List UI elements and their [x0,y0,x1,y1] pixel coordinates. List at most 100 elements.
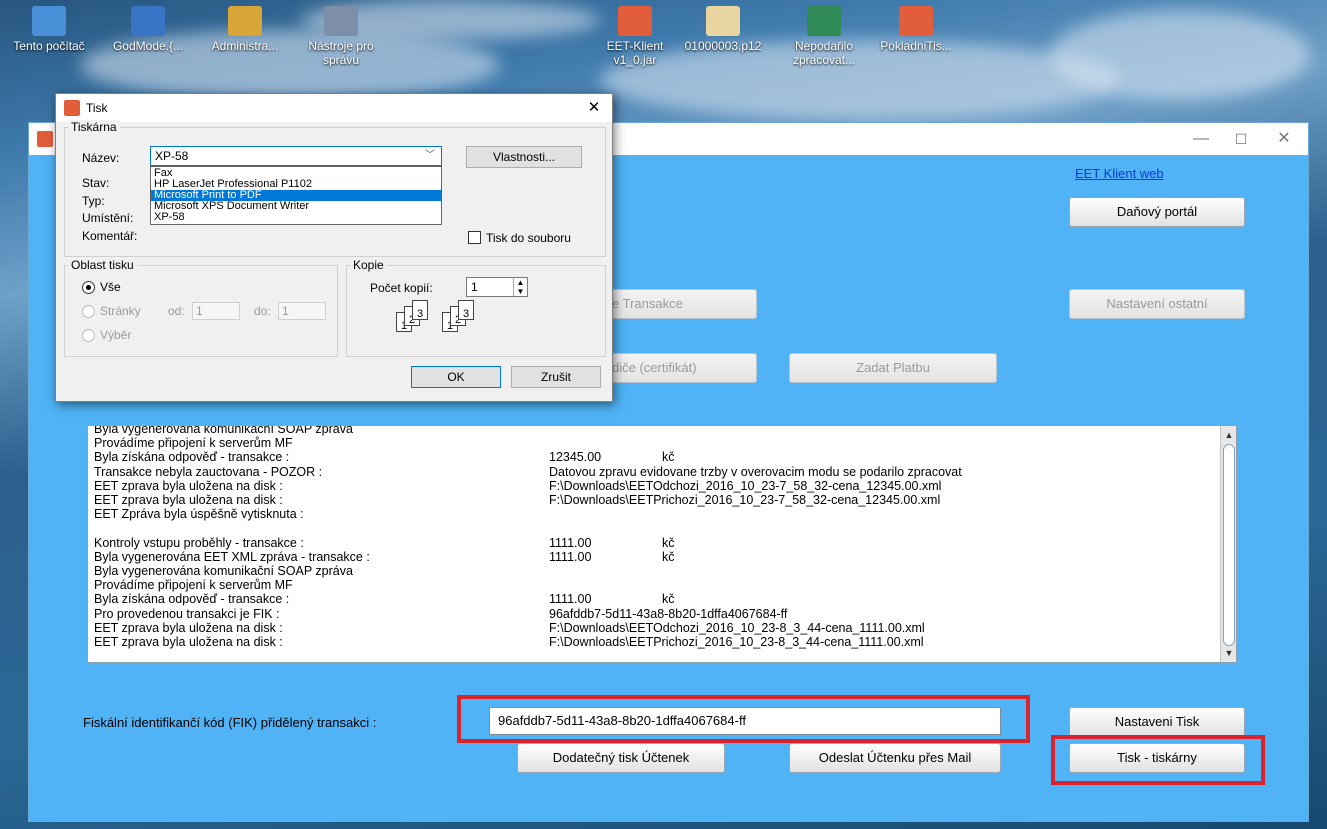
range-pages-label: Stránky [100,304,141,318]
chevron-down-icon: ﹀ [425,150,435,161]
zadat-platbu-button[interactable]: Zadat Platbu [789,353,997,383]
desktop-icon-publisher[interactable]: Nepodařilo zpracovat... [781,6,867,67]
desktop-icon-label: Tento počítač [13,39,85,53]
eet-klient-web-link[interactable]: EET Klient web [1075,166,1164,181]
desktop-icon-label: Nepodařilo zpracovat... [792,39,856,67]
log-text-area[interactable]: Byla vygenerována komunikační SOAP zpráv… [87,425,1237,663]
danovy-portal-button[interactable]: Daňový portál [1069,197,1245,227]
copies-label: Počet kopií: [370,281,433,295]
desktop-icon-label: 01000003.p12 [684,39,762,53]
printer-option[interactable]: XP-58 [151,212,441,223]
log-line: Byla vygenerována EET XML zpráva - trans… [94,550,675,564]
log-line: EET zprava byla uložena na disk : F:\Down… [94,493,940,507]
dialog-title-bar: Tisk ✕ [56,94,612,122]
log-line-value: 1111.00 [549,549,592,564]
print-to-file-checkbox[interactable] [468,231,481,244]
desktop-icon-label: Nástroje pro správu [308,39,374,67]
close-icon[interactable]: ✕ [582,96,606,120]
admin-tools-icon [324,6,358,36]
printer-dropdown-list[interactable]: Fax HP LaserJet Professional P1102 Micro… [150,166,442,225]
fik-label: Fiskální identifikančí kód (FIK) přiděle… [83,715,377,730]
properties-button[interactable]: Vlastnosti... [466,146,582,168]
log-line: Byla vygenerována komunikační SOAP zpráv… [94,426,353,436]
comment-label: Komentář: [82,229,138,243]
to-input[interactable]: 1 [278,302,326,320]
log-line-text: EET zprava byla uložena na disk : [94,493,283,507]
log-line-text: Byla získána odpověď - transakce : [94,450,290,465]
printer-select[interactable]: XP-58 ﹀ [150,146,442,166]
transakce-button[interactable]: e Transakce [589,289,757,319]
java-app-icon [64,100,80,116]
log-line-value: F:\Downloads\EETPrichozi_2016_10_23-7_58… [549,493,941,507]
desktop-icon-certificate[interactable]: 01000003.p12 [680,6,766,53]
log-line-value: Datovou zpravu evidovane trzby v overova… [549,464,962,479]
desktop-icon-computer[interactable]: Tento počítač [6,6,92,53]
nastaveni-ostatni-button[interactable]: Nastavení ostatní [1069,289,1245,319]
close-icon[interactable]: ✕ [1264,127,1304,151]
log-line: EET zprava byla uložena na disk : F:\Down… [94,478,941,493]
scroll-up-icon[interactable]: ▲ [1223,428,1235,442]
user-folder-icon [228,6,262,36]
odeslat-mail-button[interactable]: Odeslat Účtenku přes Mail [789,743,1001,773]
log-line-value: 1111.00 [549,592,592,607]
java-app-icon [37,131,53,147]
cancel-button[interactable]: Zrušit [511,366,601,388]
print-range-label: Oblast tisku [68,258,137,272]
desktop-icon-eet-klient[interactable]: EET-Klient v1_0.jar [592,6,678,67]
name-label: Název: [82,151,120,165]
maximize-icon[interactable]: ☐ [1221,127,1261,151]
log-line: Byla vygenerována komunikační SOAP zpráv… [94,564,353,578]
range-pages-radio[interactable] [82,305,95,318]
log-line: EET zprava byla uložena na disk : F:\Down… [94,621,925,635]
log-line-text: Pro provedenou transakci je FIK : [94,606,280,621]
range-selection-radio[interactable] [82,329,95,342]
log-line-text: Provádíme připojení k serverům MF [94,436,293,451]
printer-option[interactable]: Microsoft XPS Document Writer [151,201,441,212]
tisk-tiskarny-button[interactable]: Tisk - tiskárny [1069,743,1245,773]
log-line: EET Zpráva byla úspěšně vytisknuta : [94,507,304,521]
range-all-label: Vše [100,280,121,294]
log-line-text: Byla vygenerována komunikační SOAP zpráv… [94,564,353,578]
certifikat-button[interactable]: diče (certifikát) [589,353,757,383]
ok-button[interactable]: OK [411,366,501,388]
scroll-down-icon[interactable]: ▼ [1223,646,1235,660]
print-to-file-label: Tisk do souboru [486,231,571,245]
log-line-text: EET zprava byla uložena na disk : [94,635,283,649]
log-line-unit: kč [662,549,675,564]
scrollbar-thumb[interactable] [1223,444,1235,646]
type-label: Typ: [82,194,105,208]
from-label: od: [168,304,185,318]
desktop-icon-label: GodMode.{... [112,39,184,53]
fik-field[interactable]: 96afddb7-5d11-43a8-8b20-1dffa4067684-ff [489,707,1001,735]
log-line-value: F:\Downloads\EETOdchozi_2016_10_23-7_58_… [549,478,942,493]
log-line: Provádíme připojení k serverům MF [94,578,293,592]
log-line: EET zprava byla uložena na disk : F:\Down… [94,635,924,649]
log-line: Byla získána odpověď - transakce : 12345.… [94,450,675,465]
desktop-icon-administrator[interactable]: Administra... [202,6,288,53]
log-line-text: Kontroly vstupu proběhly - transakce : [94,535,304,550]
log-line-unit: kč [662,450,675,465]
copies-spinner[interactable]: 1 ▲ ▼ [466,277,528,297]
log-scrollbar[interactable]: ▲ ▼ [1220,426,1236,662]
spinner-arrows-icon[interactable]: ▲ ▼ [513,278,527,296]
log-line: Provádíme připojení k serverům MF [94,436,293,450]
desktop-icon-admin-tools[interactable]: Nástroje pro správu [298,6,384,67]
log-line: Byla získána odpověď - transakce : 1111.0… [94,592,675,606]
log-line-text: EET zprava byla uložena na disk : [94,478,283,493]
nastaveni-tisk-button[interactable]: Nastaveni Tisk [1069,707,1245,737]
log-line-unit: kč [662,592,675,607]
log-line-unit: kč [662,535,675,550]
log-line-value: F:\Downloads\EETPrichozi_2016_10_23-8_3_… [549,635,924,649]
from-input[interactable]: 1 [192,302,240,320]
location-label: Umístění: [82,211,134,225]
dodatecny-tisk-button[interactable]: Dodatečný tisk Účtenek [517,743,725,773]
desktop-icon-label: Administra... [211,39,279,53]
status-label: Stav: [82,176,110,190]
minimize-icon[interactable]: — [1181,127,1221,151]
desktop-icon-pokladni[interactable]: PokladniTis... [873,6,959,53]
log-line-text: Transakce nebyla zauctovana - POZOR : [94,464,323,479]
range-all-radio[interactable] [82,281,95,294]
desktop-icon-godmode[interactable]: GodMode.{... [105,6,191,53]
publisher-icon [807,6,841,36]
printer-select-value: XP-58 [155,149,189,163]
